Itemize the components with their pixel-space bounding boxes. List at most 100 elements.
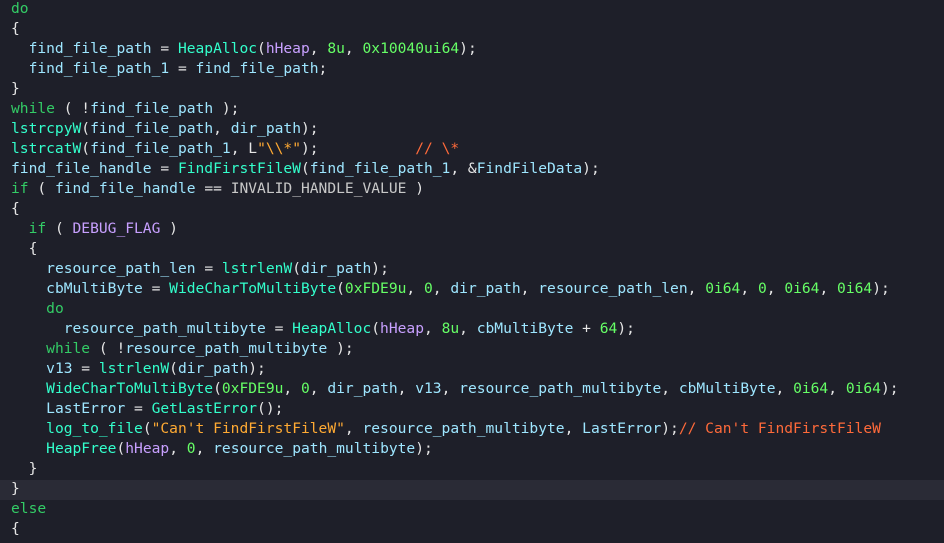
code-line[interactable]: { (0, 520, 944, 540)
code-token: if (28, 220, 47, 237)
code-line[interactable]: { (0, 20, 944, 40)
code-line[interactable]: { (0, 240, 944, 260)
code-token: cbMultiByte (476, 320, 574, 337)
code-token: lstrlenW (98, 360, 170, 377)
code-token: while (11, 100, 55, 117)
code-token: find_file_handle (11, 160, 152, 177)
code-token: ( (292, 260, 301, 277)
code-token: ); (617, 320, 635, 337)
code-token: ( (257, 40, 266, 57)
code-token: ( ! (54, 100, 91, 117)
code-line[interactable]: if ( find_file_handle == INVALID_HANDLE_… (0, 180, 944, 200)
code-token: 8u (441, 320, 460, 337)
code-token: == (195, 180, 231, 197)
code-token: DEBUG_FLAG (72, 220, 161, 237)
code-token: = (265, 320, 293, 337)
code-token: + (573, 320, 600, 337)
code-line[interactable]: lstrcpyW(find_file_path, dir_path); (0, 120, 944, 140)
code-token: = (151, 160, 178, 177)
code-line[interactable]: resource_path_multibyte = HeapAlloc(hHea… (0, 320, 944, 340)
code-token: ); (415, 440, 433, 457)
code-line[interactable]: do (0, 0, 944, 20)
code-token: resource_path_multibyte (125, 340, 328, 357)
code-token: = (151, 40, 178, 57)
code-token: HeapAlloc (292, 320, 372, 337)
code-view[interactable]: do{ find_file_path = HeapAlloc(hHeap, 8u… (0, 0, 944, 543)
code-token: , (775, 380, 794, 397)
code-token: else (11, 500, 47, 517)
code-token: (); (257, 400, 284, 417)
code-token: , (661, 380, 679, 397)
code-token: ( (336, 280, 345, 297)
code-token: cbMultiByte (46, 280, 143, 297)
code-token: 0 (424, 280, 433, 297)
code-token: , (309, 40, 328, 57)
code-token: ( (28, 180, 55, 197)
code-token: = (195, 260, 222, 277)
code-token: , (441, 380, 460, 397)
code-token: INVALID_HANDLE_VALUE (230, 180, 407, 197)
code-line[interactable]: HeapFree(hHeap, 0, resource_path_multiby… (0, 440, 944, 460)
code-token: 0i64 (793, 380, 829, 397)
code-token: , & (450, 160, 477, 177)
code-token: ( (213, 380, 222, 397)
code-token: 0xFDE9u (221, 380, 284, 397)
code-token: find_file_path (28, 40, 152, 57)
code-token: GetLastError (151, 400, 258, 417)
code-line[interactable]: do (0, 300, 944, 320)
code-token: resource_path_multibyte (213, 440, 416, 457)
code-token: HeapAlloc (177, 40, 258, 57)
code-line[interactable]: while ( !resource_path_multibyte ); (0, 340, 944, 360)
code-line[interactable]: find_file_path = HeapAlloc(hHeap, 8u, 0x… (0, 40, 944, 60)
code-line[interactable]: LastError = GetLastError(); (0, 400, 944, 420)
code-line[interactable]: cbMultiByte = WideCharToMultiByte(0xFDE9… (0, 280, 944, 300)
code-line[interactable]: WideCharToMultiByte(0xFDE9u, 0, dir_path… (0, 380, 944, 400)
code-token: lstrcpyW (11, 120, 82, 137)
code-token: ); (327, 340, 354, 357)
code-token: find_file_path_1 (90, 140, 231, 157)
code-token: ( (46, 220, 73, 237)
code-token: while (46, 340, 91, 357)
code-token: lstrcatW (11, 140, 82, 157)
code-line[interactable]: if ( DEBUG_FLAG ) (0, 220, 944, 240)
code-token: find_file_path (90, 100, 214, 117)
code-token: , (344, 420, 363, 437)
code-line[interactable]: find_file_handle = FindFirstFileW(find_f… (0, 160, 944, 180)
code-token: 0x10040ui64 (362, 40, 460, 57)
code-line[interactable]: find_file_path_1 = find_file_path; (0, 60, 944, 80)
code-token: = (72, 360, 99, 377)
code-line[interactable]: lstrcatW(find_file_path_1, L"\\*"); // \… (0, 140, 944, 160)
code-token: LastError (46, 400, 126, 417)
code-token: resource_path_len (46, 260, 196, 277)
code-token: { (11, 520, 20, 537)
code-token: ); (248, 360, 266, 377)
code-line[interactable]: } (0, 460, 944, 480)
code-line[interactable]: resource_path_len = lstrlenW(dir_path); (0, 260, 944, 280)
code-token: { (11, 200, 20, 217)
code-token: v13 (46, 360, 73, 377)
code-token: , (283, 380, 301, 397)
code-line[interactable]: } (0, 480, 944, 500)
code-token: cbMultiByte (678, 380, 776, 397)
code-token: 0 (300, 380, 310, 397)
code-line[interactable]: } (0, 80, 944, 100)
code-line[interactable]: { (0, 200, 944, 220)
code-token: , (195, 440, 214, 457)
code-token: "\\*" (257, 140, 301, 157)
code-token: { (11, 240, 38, 257)
code-line[interactable]: log_to_file("Can't FindFirstFileW", reso… (0, 420, 944, 440)
code-token: HeapFree (46, 440, 117, 457)
code-line[interactable]: while ( !find_file_path ); (0, 100, 944, 120)
code-token: ); (880, 380, 899, 397)
code-line[interactable]: v13 = lstrlenW(dir_path); (0, 360, 944, 380)
code-token: 64 (599, 320, 618, 337)
code-token: , (309, 380, 328, 397)
code-token: ( ! (90, 340, 126, 357)
code-line[interactable]: else (0, 500, 944, 520)
